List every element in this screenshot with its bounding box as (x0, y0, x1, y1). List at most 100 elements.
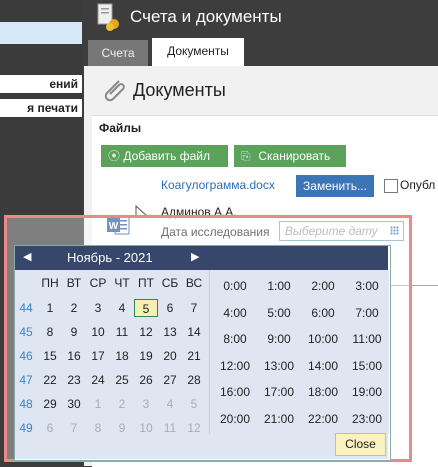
time-grid: 0:00 1:00 2:00 3:00 4:00 5:00 6:00 7:00 8:00 9:00… (209, 270, 389, 434)
calendar-day[interactable]: 12 (134, 323, 158, 341)
calendar-day[interactable]: 5 (182, 395, 206, 413)
month-title[interactable]: Ноябрь - 2021 (67, 250, 153, 265)
time-option[interactable]: 2:00 (301, 277, 345, 295)
scan-label: Сканировать (258, 149, 331, 163)
paperclip-icon (104, 80, 125, 102)
time-option[interactable]: 0:00 (213, 277, 257, 295)
calendar-day[interactable]: 4 (158, 395, 182, 413)
time-option[interactable]: 6:00 (301, 304, 345, 322)
time-option[interactable]: 5:00 (257, 304, 301, 322)
time-option[interactable]: 15:00 (345, 357, 389, 375)
calendar-day[interactable]: 22 (38, 371, 62, 389)
tab-documents[interactable]: Документы (152, 38, 244, 66)
calendar-day[interactable]: 16 (62, 347, 86, 365)
prev-month-icon[interactable]: ◀ (23, 250, 31, 263)
replace-button[interactable]: Заменить... (296, 175, 374, 197)
left-menu-item-1[interactable]: ений (0, 75, 82, 93)
calendar-day[interactable]: 30 (62, 395, 86, 413)
calendar-day[interactable]: 4 (110, 299, 134, 317)
calendar-day[interactable]: 13 (158, 323, 182, 341)
week-number: 44 (19, 301, 33, 315)
calendar-day[interactable]: 8 (38, 323, 62, 341)
calendar-day[interactable]: 1 (86, 395, 110, 413)
calendar-day[interactable]: 14 (182, 323, 206, 341)
app-title: Счета и документы (130, 7, 282, 26)
files-label: Файлы (99, 121, 142, 135)
documents-app-icon (97, 3, 119, 31)
weekday-header: ВС (185, 276, 203, 290)
calendar-day[interactable]: 3 (86, 299, 110, 317)
weekday-header: ЧТ (114, 276, 130, 290)
weekday-header: СР (89, 276, 107, 290)
add-file-button[interactable]: ⦿ Добавить файл (101, 145, 228, 167)
next-month-icon[interactable]: ▶ (191, 250, 199, 263)
week-number: 45 (19, 325, 33, 339)
calendar-day[interactable]: 11 (110, 323, 134, 341)
time-option[interactable]: 1:00 (257, 277, 301, 295)
time-option[interactable]: 16:00 (213, 383, 257, 401)
calendar-day[interactable]: 15 (38, 347, 62, 365)
weekday-header: ПН (41, 276, 59, 290)
calendar-day[interactable]: 20 (158, 347, 182, 365)
left-menu-item-2[interactable]: я печати (0, 99, 82, 117)
paperclip-small-icon: ⦿ (108, 149, 121, 163)
time-option[interactable]: 7:00 (345, 304, 389, 322)
datetime-picker: ◀ Ноябрь - 2021 ▶ ПН ВТ СР ЧТ ПТ СБ ВС 44 1 2 3 4 5 6… (14, 245, 391, 461)
calendar-day[interactable]: 23 (62, 371, 86, 389)
add-file-label: Добавить файл (123, 149, 210, 163)
calendar-grid: ПН ВТ СР ЧТ ПТ СБ ВС 44 1 2 3 4 5 6 7 45 8 9 10 11 12 13 14 46 1… (15, 270, 209, 435)
weekday-header: СБ (161, 276, 179, 290)
time-option[interactable]: 9:00 (257, 330, 301, 348)
picker-footer (15, 434, 388, 459)
calendar-day[interactable]: 17 (86, 347, 110, 365)
scan-button[interactable]: ⎘ Сканировать (234, 145, 346, 167)
week-number: 48 (19, 397, 33, 411)
scanner-icon: ⎘ (241, 149, 251, 163)
time-option[interactable]: 17:00 (257, 383, 301, 401)
calendar-day[interactable]: 28 (182, 371, 206, 389)
publish-label: Опубл (400, 178, 436, 192)
calendar-day[interactable]: 9 (62, 323, 86, 341)
week-number: 46 (19, 349, 33, 363)
time-option[interactable]: 21:00 (257, 410, 301, 428)
time-option[interactable]: 18:00 (301, 383, 345, 401)
file-link[interactable]: Коагулограмма.docx (161, 178, 275, 192)
calendar-day[interactable]: 25 (110, 371, 134, 389)
time-option[interactable]: 20:00 (213, 410, 257, 428)
calendar-day[interactable]: 29 (38, 395, 62, 413)
calendar-day[interactable]: 3 (134, 395, 158, 413)
time-option[interactable]: 23:00 (345, 410, 389, 428)
weekday-header: ВТ (66, 276, 82, 290)
left-selected-item[interactable] (0, 22, 82, 44)
calendar-day[interactable]: 10 (86, 323, 110, 341)
weekday-header: ПТ (138, 276, 154, 290)
picker-header: ◀ Ноябрь - 2021 ▶ (15, 246, 388, 270)
calendar-day[interactable]: 1 (38, 299, 62, 317)
calendar-day[interactable]: 18 (110, 347, 134, 365)
calendar-day[interactable]: 7 (182, 299, 206, 317)
time-option[interactable]: 4:00 (213, 304, 257, 322)
calendar-day[interactable]: 24 (86, 371, 110, 389)
time-option[interactable]: 12:00 (213, 357, 257, 375)
time-option[interactable]: 10:00 (301, 330, 345, 348)
documents-heading: Документы (133, 80, 226, 100)
tab-invoices[interactable]: Счета (88, 40, 148, 66)
week-number: 47 (19, 373, 33, 387)
time-option[interactable]: 14:00 (301, 357, 345, 375)
calendar-day[interactable]: 19 (134, 347, 158, 365)
calendar-day[interactable]: 2 (62, 299, 86, 317)
publish-checkbox[interactable] (384, 179, 398, 193)
calendar-day[interactable]: 2 (110, 395, 134, 413)
close-button[interactable]: Close (335, 433, 386, 456)
calendar-day[interactable]: 6 (158, 299, 182, 317)
calendar-day[interactable]: 5 (134, 299, 158, 317)
time-option[interactable]: 19:00 (345, 383, 389, 401)
time-option[interactable]: 11:00 (345, 330, 389, 348)
time-option[interactable]: 3:00 (345, 277, 389, 295)
time-option[interactable]: 22:00 (301, 410, 345, 428)
time-option[interactable]: 13:00 (257, 357, 301, 375)
calendar-day[interactable]: 26 (134, 371, 158, 389)
time-option[interactable]: 8:00 (213, 330, 257, 348)
calendar-day[interactable]: 27 (158, 371, 182, 389)
calendar-day[interactable]: 21 (182, 347, 206, 365)
